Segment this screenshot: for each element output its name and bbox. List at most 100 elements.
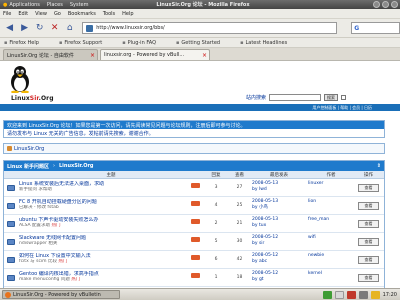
col-author[interactable]: 作者 (307, 171, 355, 178)
minimize-button[interactable] (373, 1, 380, 8)
last-post-by: by gt (252, 277, 264, 282)
close-tab-icon[interactable]: × (90, 52, 95, 59)
thread-author[interactable]: newbie (307, 251, 355, 268)
thread-table-header: 主题 回复 查看 最后发表 作者 操作 (4, 171, 384, 179)
menu-tools[interactable]: Tools (103, 11, 115, 17)
title-separator: › (53, 163, 55, 169)
col-views[interactable]: 查看 (228, 171, 251, 178)
bookmark-icon: ▪ (122, 39, 126, 46)
view-thread-button[interactable]: 查看 (358, 183, 379, 192)
collapse-icon[interactable]: ⇕ (377, 163, 381, 169)
browser-search-box[interactable]: G (351, 22, 400, 34)
thread-subtitle-text: 新手提问 求帮助 (19, 187, 52, 192)
last-post-cell[interactable]: 2008-05-12 by abc (251, 251, 307, 268)
site-search-label: 站内搜索 (246, 95, 267, 101)
action-cell: 查看 (355, 215, 382, 232)
menu-file[interactable]: File (3, 11, 11, 17)
notice-line-2[interactable]: 请勿发布与 Linux 无关的广告信息，发帖前请先搜索，谢谢合作。 (4, 129, 384, 137)
home-button[interactable]: ⌂ (63, 21, 76, 35)
forward-button[interactable]: ▶ (18, 21, 31, 35)
volume-icon[interactable] (358, 290, 368, 299)
bookmark-getting-started[interactable]: ▪ Getting Started (176, 40, 230, 46)
flag-icon[interactable] (346, 290, 356, 299)
close-tab-icon[interactable]: × (202, 52, 207, 59)
notification-icon[interactable] (370, 290, 380, 299)
keyboard-layout-icon[interactable] (334, 290, 344, 299)
last-post-by: by tux (252, 223, 267, 228)
view-count: 30 (236, 239, 243, 244)
forum-title-bar: Linux 新手问题区 › LinuxSir.Org ⇕ (4, 161, 384, 171)
view-thread-button[interactable]: 查看 (358, 273, 379, 282)
menu-help[interactable]: Help (122, 11, 133, 17)
hot-tag: 热门 (58, 259, 68, 264)
thread-icon (4, 215, 18, 232)
url-bar[interactable]: http://www.linuxsir.org/bbs/ (82, 22, 338, 34)
applications-menu[interactable]: ● Applications (0, 2, 44, 8)
last-post-cell[interactable]: 2008-05-13 by 小鸟 (251, 197, 307, 214)
stop-button[interactable]: ✕ (48, 21, 61, 35)
places-menu[interactable]: Places (44, 2, 67, 8)
bookmark-firefox-support[interactable]: ▪ Firefox Support (59, 40, 112, 46)
breadcrumb-link[interactable]: LinuxSir.Org (14, 146, 44, 152)
tab-linuxsir-forum[interactable]: LinuxSir.Org 论坛 - 自由软件 × (3, 49, 98, 60)
bookmark-plugin-faq[interactable]: ▪ Plug-in FAQ (122, 40, 166, 46)
forum-title-right[interactable]: LinuxSir.Org (59, 163, 94, 169)
col-title[interactable]: 主题 (18, 171, 204, 178)
thread-folder-icon (7, 202, 15, 209)
thread-subtitle: make menuconfig 问题 热门 (19, 277, 202, 283)
menu-go[interactable]: Go (54, 11, 61, 17)
menu-view[interactable]: View (35, 11, 47, 17)
reply-count: 2 (214, 221, 218, 226)
last-post-cell[interactable]: 2008-05-13 by tux (251, 215, 307, 232)
tab-bar: LinuxSir.Org 论坛 - 自由软件 × linuxsir.org - … (0, 48, 400, 61)
thread-subtitle-text: 已解决 - 修改 fstab (19, 205, 59, 210)
site-logo-text[interactable]: LinuxSir.Org (11, 95, 54, 102)
thread-author[interactable]: free_man (307, 215, 355, 232)
bottom-taskbar: LinuxSir.Org - Powered by vBulletin 17:2… (0, 288, 400, 300)
view-thread-button[interactable]: 查看 (358, 237, 379, 246)
bookmark-icon: ▪ (176, 39, 180, 46)
last-post-cell[interactable]: 2008-05-12 by sir (251, 233, 307, 250)
forum-title-left[interactable]: Linux 新手问题区 (7, 163, 49, 170)
clock[interactable]: 17:20 (383, 292, 397, 298)
maximize-button[interactable] (382, 1, 389, 8)
network-icon[interactable] (322, 290, 332, 299)
thread-author[interactable]: lion (307, 197, 355, 214)
view-thread-button[interactable]: 查看 (358, 201, 379, 210)
new-post-icon (191, 237, 200, 242)
bookmark-firefox-help[interactable]: ▪ Firefox Help (4, 40, 49, 46)
back-button[interactable]: ◀ (3, 21, 16, 35)
tab-vbulletin[interactable]: linuxsir.org - Powered by vBull... × (100, 49, 210, 60)
thread-title-cell: 如何在 Linux 下设置中文输入法 fcitx 与 scim 比较 热门 (18, 251, 204, 268)
menu-edit[interactable]: Edit (18, 11, 28, 17)
site-search-checkbox[interactable] (341, 95, 347, 100)
col-last-post[interactable]: 最后发表 (251, 171, 307, 178)
last-post-cell[interactable]: 2008-05-12 by gt (251, 269, 307, 286)
site-search-button[interactable]: 搜索 (324, 94, 339, 101)
site-header: LinuxSir.Org 站内搜索 搜索 (0, 61, 400, 103)
thread-author[interactable]: wifi (307, 233, 355, 250)
last-post-cell[interactable]: 2008-05-13 by lwd (251, 179, 307, 196)
last-post-by: by sir (252, 241, 265, 246)
col-replies[interactable]: 回复 (204, 171, 228, 178)
view-thread-button[interactable]: 查看 (358, 255, 379, 264)
thread-folder-icon (7, 256, 15, 263)
bookmark-icon: ▪ (4, 39, 8, 46)
thread-author[interactable]: linuxer (307, 179, 355, 196)
bookmark-icon: ▪ (58, 39, 63, 46)
menu-bookmarks[interactable]: Bookmarks (68, 11, 96, 17)
taskbar-firefox-window[interactable]: LinuxSir.Org - Powered by vBulletin (2, 290, 120, 299)
close-window-button[interactable] (391, 1, 398, 8)
view-count: 27 (236, 185, 243, 190)
firefox-icon (5, 291, 11, 298)
thread-icon (4, 251, 18, 268)
table-row: FC 8 开机自动挂载硬盘分区的问题 已解决 - 修改 fstab 4 25 2… (4, 197, 384, 215)
system-menu[interactable]: System (67, 2, 93, 8)
site-search-input[interactable] (269, 94, 322, 101)
reload-button[interactable]: ↻ (33, 21, 46, 35)
thread-author[interactable]: kernel (307, 269, 355, 286)
view-thread-button[interactable]: 查看 (358, 219, 379, 228)
site-nav-links[interactable]: 用户控制面板 | 帮助 | 会员 | 日历 (312, 105, 372, 111)
home-icon: ⌂ (66, 23, 73, 33)
bookmark-latest-headlines[interactable]: ▪ Latest Headlines (240, 40, 297, 46)
